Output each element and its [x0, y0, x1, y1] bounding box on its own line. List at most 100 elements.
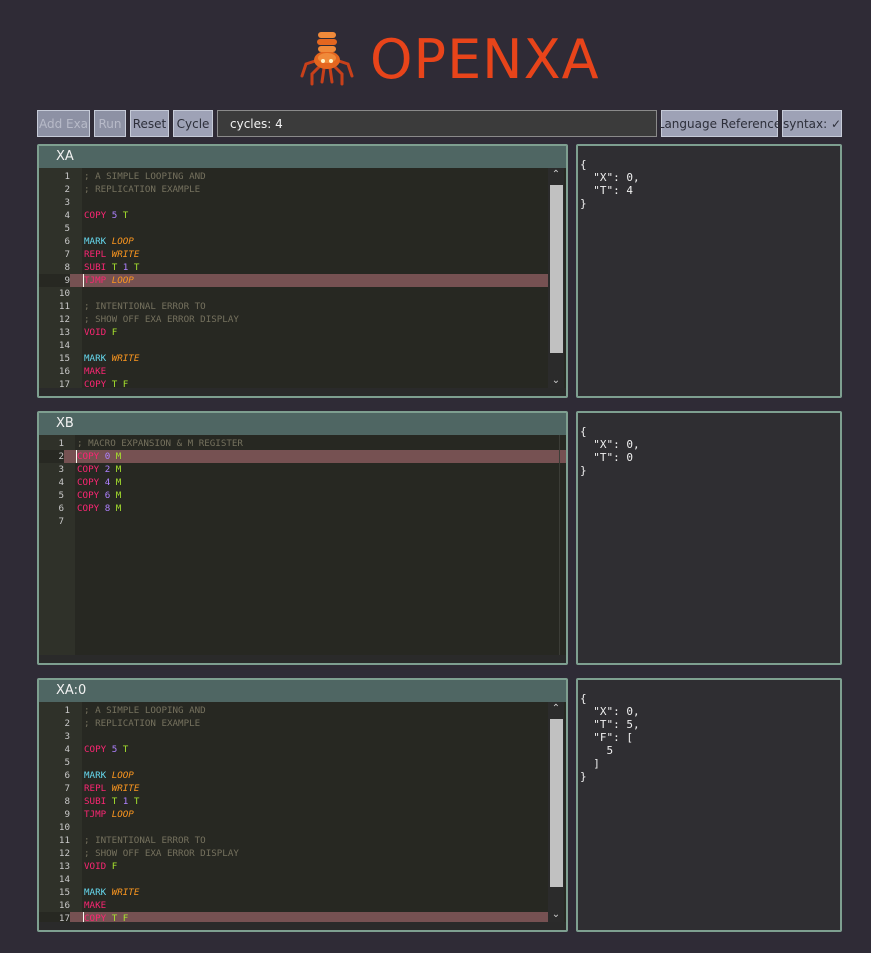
code-number: 1	[122, 796, 129, 807]
code-line[interactable]: 4 COPY 4 M	[39, 476, 566, 489]
panel-title: XA	[39, 146, 566, 168]
code-line[interactable]: 12 ; SHOW OFF EXA ERROR DISPLAY	[39, 847, 548, 860]
editor-scrollbar[interactable]: ⌃ ⌄	[548, 702, 564, 922]
code-lines[interactable]: 1; MACRO EXPANSION & M REGISTER 2 COPY 0 M…	[39, 437, 566, 528]
code-instruction: MAKE	[84, 366, 107, 377]
code-register: T	[133, 796, 140, 807]
exa-state-xb: { "X": 0, "T": 0 }	[576, 411, 842, 665]
code-text: VOID F	[84, 860, 117, 873]
code-line[interactable]: 16 MAKE	[39, 899, 548, 912]
code-text: COPY 5 T	[84, 743, 128, 756]
line-number: 6	[64, 770, 70, 781]
code-line[interactable]: 14	[39, 339, 548, 352]
code-comment: ; SHOW OFF EXA ERROR DISPLAY	[84, 314, 239, 325]
code-line[interactable]: 11 ; INTENTIONAL ERROR TO	[39, 300, 548, 313]
code-text: ; REPLICATION EXAMPLE	[84, 717, 200, 730]
code-line[interactable]: 5 COPY 6 M	[39, 489, 566, 502]
code-line[interactable]: 8 SUBI T 1 T	[39, 795, 548, 808]
line-number: 3	[64, 197, 70, 208]
code-instruction: COPY	[84, 744, 107, 755]
code-register: T	[111, 262, 118, 273]
code-line[interactable]: 4 COPY 5 T	[39, 743, 548, 756]
code-line[interactable]: 12 ; SHOW OFF EXA ERROR DISPLAY	[39, 313, 548, 326]
scroll-down-icon[interactable]: ⌄	[548, 374, 564, 388]
code-line[interactable]: 7	[39, 515, 566, 528]
code-number: 2	[104, 464, 111, 475]
code-editor[interactable]: 1 ; A SIMPLE LOOPING AND 2 ; REPLICATION EX…	[39, 702, 566, 922]
language-reference-button[interactable]: Language Reference	[658, 110, 781, 137]
code-line[interactable]: 13 VOID F	[39, 860, 548, 873]
code-line[interactable]: 10	[39, 821, 548, 834]
code-register: T	[133, 262, 140, 273]
app-title: OPENXA	[370, 28, 600, 91]
code-instruction: REPL	[84, 249, 107, 260]
code-line[interactable]: 13 VOID F	[39, 326, 548, 339]
code-number: 4	[104, 477, 111, 488]
code-line[interactable]: 7 REPL WRITE	[39, 248, 548, 261]
line-number: 4	[58, 477, 64, 488]
code-label: LOOP	[111, 275, 134, 286]
line-number: 15	[58, 353, 70, 364]
syntax-status-button[interactable]: syntax: ✓	[782, 110, 842, 137]
code-line[interactable]: 5	[39, 756, 548, 769]
code-line[interactable]: 16 MAKE	[39, 365, 548, 378]
line-number: 9	[39, 274, 70, 287]
code-register: F	[111, 327, 118, 338]
code-line[interactable]: 14	[39, 873, 548, 886]
scroll-down-icon[interactable]: ⌄	[548, 908, 564, 922]
add-exa-button[interactable]: Add Exa	[37, 110, 90, 137]
code-lines[interactable]: 1 ; A SIMPLE LOOPING AND 2 ; REPLICATION EX…	[39, 704, 548, 922]
code-instruction: SUBI	[84, 262, 107, 273]
code-line[interactable]: 3 COPY 2 M	[39, 463, 566, 476]
code-register: M	[115, 477, 122, 488]
scroll-thumb[interactable]	[550, 719, 563, 887]
line-number: 13	[58, 861, 70, 872]
code-line[interactable]: 1 ; A SIMPLE LOOPING AND	[39, 170, 548, 183]
code-lines[interactable]: 1 ; A SIMPLE LOOPING AND 2 ; REPLICATION EX…	[39, 170, 548, 388]
line-number: 5	[58, 490, 64, 501]
scroll-thumb[interactable]	[550, 185, 563, 353]
line-number: 2	[39, 450, 64, 463]
line-number: 9	[64, 809, 70, 820]
toolbar: Add Exa Run Reset Cycle cycles: 4 Langua…	[37, 110, 842, 137]
code-line[interactable]: 11 ; INTENTIONAL ERROR TO	[39, 834, 548, 847]
code-line[interactable]: 6 MARK LOOP	[39, 769, 548, 782]
app-header: OPENXA	[0, 22, 871, 98]
code-line[interactable]: 5	[39, 222, 548, 235]
code-line[interactable]: 2 COPY 0 M	[39, 450, 566, 463]
code-line[interactable]: 6 COPY 8 M	[39, 502, 566, 515]
code-line[interactable]: 17 COPY T F	[39, 912, 548, 922]
editor-scrollbar[interactable]: ⌃ ⌄	[548, 168, 564, 388]
code-text: COPY 6 M	[77, 489, 121, 502]
code-line[interactable]: 15 MARK WRITE	[39, 352, 548, 365]
code-line[interactable]: 10	[39, 287, 548, 300]
line-number: 1	[64, 171, 70, 182]
code-line[interactable]: 3	[39, 196, 548, 209]
code-editor[interactable]: 1 ; A SIMPLE LOOPING AND 2 ; REPLICATION EX…	[39, 168, 566, 388]
code-line[interactable]: 9 TJMP LOOP	[39, 808, 548, 821]
scroll-up-icon[interactable]: ⌃	[548, 168, 564, 182]
code-line[interactable]: 3	[39, 730, 548, 743]
code-line[interactable]: 1 ; A SIMPLE LOOPING AND	[39, 704, 548, 717]
code-line[interactable]: 1 ; MACRO EXPANSION & M REGISTER	[39, 437, 566, 450]
cycle-button[interactable]: Cycle	[173, 110, 213, 137]
code-label: LOOP	[111, 236, 134, 247]
run-button[interactable]: Run	[94, 110, 126, 137]
code-line[interactable]: 2 ; REPLICATION EXAMPLE	[39, 717, 548, 730]
code-line[interactable]: 15 MARK WRITE	[39, 886, 548, 899]
code-line[interactable]: 9 TJMP LOOP	[39, 274, 548, 287]
code-line[interactable]: 17 COPY T F	[39, 378, 548, 388]
code-line[interactable]: 4 COPY 5 T	[39, 209, 548, 222]
reset-button[interactable]: Reset	[130, 110, 169, 137]
code-line[interactable]: 7 REPL WRITE	[39, 782, 548, 795]
code-text: ; REPLICATION EXAMPLE	[84, 183, 200, 196]
scroll-up-icon[interactable]: ⌃	[548, 702, 564, 716]
code-line[interactable]: 2 ; REPLICATION EXAMPLE	[39, 183, 548, 196]
line-number: 5	[64, 223, 70, 234]
code-comment: ; INTENTIONAL ERROR TO	[84, 835, 206, 846]
code-text: REPL WRITE	[84, 248, 139, 261]
code-editor[interactable]: 1; MACRO EXPANSION & M REGISTER 2 COPY 0 M…	[39, 435, 566, 655]
code-line[interactable]: 6 MARK LOOP	[39, 235, 548, 248]
code-line[interactable]: 8 SUBI T 1 T	[39, 261, 548, 274]
code-text: MARK LOOP	[84, 235, 134, 248]
